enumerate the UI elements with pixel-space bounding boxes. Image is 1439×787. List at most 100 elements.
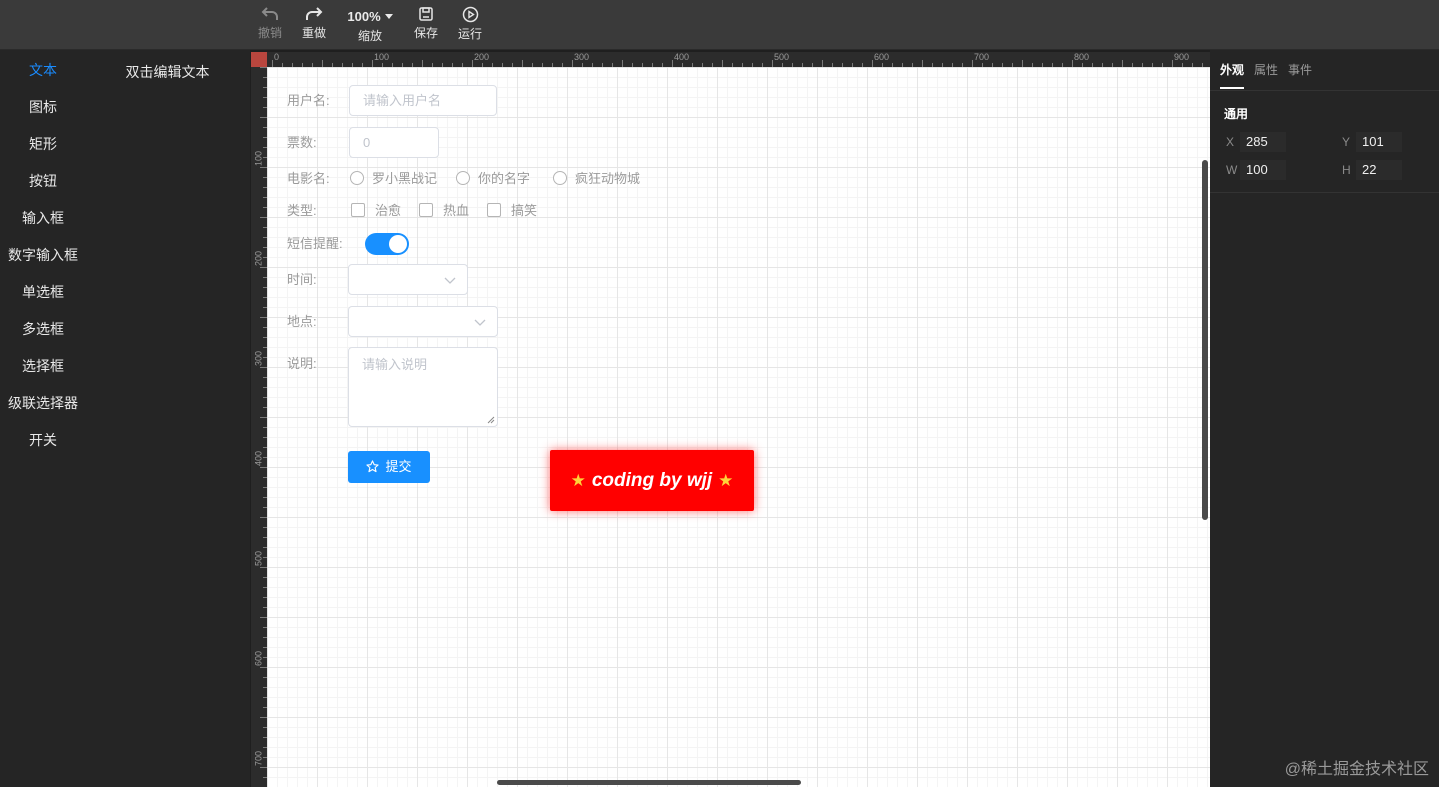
ruler-tick: [260, 117, 267, 118]
ruler-label: 200: [474, 52, 490, 62]
ruler-label: 200: [253, 250, 264, 267]
ruler-tick: [872, 60, 873, 67]
promo-text: coding by wjj: [591, 470, 713, 491]
promo-banner[interactable]: ★ coding by wjj ★: [550, 450, 754, 511]
component-item-radio[interactable]: 单选框: [0, 282, 86, 302]
movie-radio-option[interactable]: 你的名字: [456, 170, 530, 188]
ruler-label: 400: [674, 52, 690, 62]
h-field[interactable]: 22: [1356, 160, 1402, 180]
switch-knob: [389, 235, 407, 253]
undo-icon: [261, 7, 278, 20]
ruler-tick: [260, 717, 267, 718]
type-option-label: 搞笑: [511, 203, 538, 218]
component-item-number-input[interactable]: 数字输入框: [0, 245, 86, 265]
zoom-dropdown[interactable]: 100% 缩放: [340, 4, 400, 46]
editor-app: 撤销 重做 100% 缩放 保存 运行 文本 图标 矩形 按钮 输入框 数字输入…: [0, 0, 1439, 787]
component-item-icon[interactable]: 图标: [0, 97, 86, 117]
username-input[interactable]: 请输入用户名: [349, 85, 497, 116]
ruler-tick: [260, 617, 267, 618]
h-label: H: [1342, 163, 1351, 177]
ruler-tick: [822, 60, 823, 67]
resize-grip-icon[interactable]: [487, 416, 495, 424]
ruler-label: 400: [253, 450, 264, 467]
divider: [1210, 90, 1439, 91]
checkbox-icon: [419, 203, 433, 217]
radio-circle-icon: [553, 171, 567, 185]
ruler-label: 600: [253, 650, 264, 667]
time-select[interactable]: [348, 264, 468, 295]
undo-button[interactable]: 撤销: [250, 4, 290, 46]
component-item-select[interactable]: 选择框: [0, 356, 86, 376]
tab-events[interactable]: 事件: [1288, 63, 1312, 77]
component-item-cascader[interactable]: 级联选择器: [0, 393, 86, 413]
w-field[interactable]: 100: [1240, 160, 1286, 180]
component-item-switch[interactable]: 开关: [0, 430, 86, 450]
run-button[interactable]: 运行: [450, 4, 490, 46]
movie-label: 电影名:: [287, 171, 330, 186]
ruler-tick: [972, 60, 973, 67]
zoom-value-text: 100%: [347, 9, 381, 24]
ruler-label: 500: [774, 52, 790, 62]
submit-button[interactable]: 提交: [348, 451, 430, 483]
ruler-label: 300: [253, 350, 264, 367]
ruler-label: 100: [253, 150, 264, 167]
component-item-rect[interactable]: 矩形: [0, 134, 86, 154]
component-preview-text[interactable]: 双击编辑文本: [110, 62, 225, 82]
x-field[interactable]: 285: [1240, 132, 1286, 152]
ruler-tick: [260, 67, 267, 68]
redo-label: 重做: [301, 26, 326, 40]
canvas-horizontal-scrollbar[interactable]: [497, 780, 801, 785]
movie-radio-option[interactable]: 罗小黑战记: [350, 170, 437, 188]
ruler-label: 500: [253, 550, 264, 567]
movie-radio-option[interactable]: 疯狂动物城: [553, 170, 640, 188]
desc-textarea[interactable]: 请输入说明: [348, 347, 498, 427]
ruler-tick: [260, 217, 267, 218]
tickets-label: 票数:: [287, 135, 317, 150]
ruler-label: 600: [874, 52, 890, 62]
ruler-label: 300: [574, 52, 590, 62]
ruler-tick: [1072, 60, 1073, 67]
ruler-tick: [1022, 60, 1023, 67]
save-label: 保存: [413, 26, 438, 40]
checkbox-icon: [487, 203, 501, 217]
checkbox-icon: [351, 203, 365, 217]
movie-option-label: 罗小黑战记: [372, 171, 438, 186]
component-item-checkbox[interactable]: 多选框: [0, 319, 86, 339]
ruler-tick: [472, 60, 473, 67]
tab-appearance[interactable]: 外观: [1220, 63, 1244, 77]
ruler-tick: [260, 517, 267, 518]
ruler-label: 700: [974, 52, 990, 62]
tab-attributes[interactable]: 属性: [1254, 63, 1278, 77]
ruler-tick: [422, 60, 423, 67]
component-item-button[interactable]: 按钮: [0, 171, 86, 191]
y-field[interactable]: 101: [1356, 132, 1402, 152]
y-label: Y: [1342, 135, 1351, 149]
ruler-tick: [522, 60, 523, 67]
save-button[interactable]: 保存: [406, 4, 446, 46]
canvas-vertical-scrollbar[interactable]: [1202, 160, 1208, 520]
place-label: 地点:: [287, 314, 317, 329]
ruler-tick: [272, 60, 273, 67]
ruler-tick: [672, 60, 673, 67]
ruler-top: 0 100 200 300 400 500 600 700 800 900: [267, 52, 1210, 67]
undo-label: 撤销: [257, 26, 282, 40]
component-item-text[interactable]: 文本: [0, 60, 86, 80]
ruler-corner: [251, 52, 267, 67]
type-checkbox-option[interactable]: 热血: [419, 202, 469, 220]
sms-toggle-switch[interactable]: [365, 233, 409, 255]
component-item-input[interactable]: 输入框: [0, 208, 86, 228]
redo-button[interactable]: 重做: [294, 4, 334, 46]
type-checkbox-option[interactable]: 治愈: [351, 202, 401, 220]
ruler-tick: [1122, 60, 1123, 67]
time-label: 时间:: [287, 272, 317, 287]
type-checkbox-option[interactable]: 搞笑: [487, 202, 537, 220]
ruler-tick: [922, 60, 923, 67]
design-canvas[interactable]: 用户名: 请输入用户名 票数: 0 电影名: 罗小黑战记 你的名字 疯狂动物城 …: [267, 67, 1210, 787]
ruler-tick: [622, 60, 623, 67]
properties-panel: 外观 属性 事件 通用 X 285 Y 101 W 100 H 22: [1210, 50, 1439, 787]
tickets-number-input[interactable]: 0: [349, 127, 439, 158]
caret-down-icon: [384, 14, 393, 19]
movie-option-label: 疯狂动物城: [575, 171, 641, 186]
place-cascader[interactable]: [348, 306, 498, 337]
save-icon: [419, 7, 433, 21]
